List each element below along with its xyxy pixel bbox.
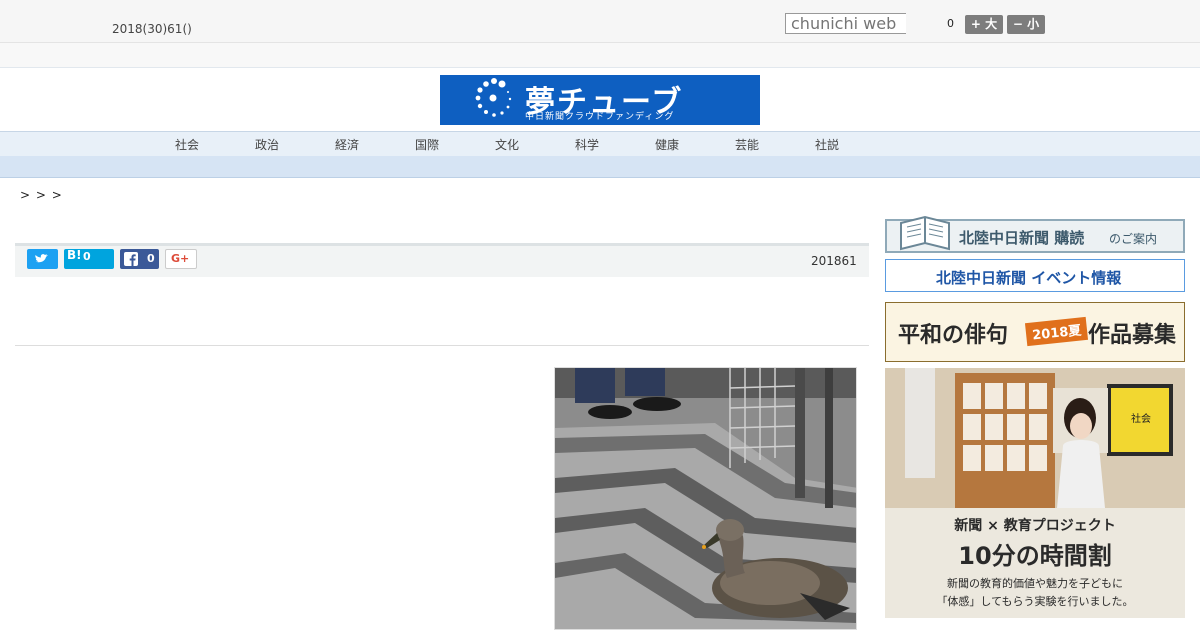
content-divider [15,345,869,346]
nav-item-politics[interactable]: 政治 [252,136,282,153]
dots-logo-icon [475,78,512,117]
breadcrumb[interactable]: > > > [20,188,63,202]
nav-item-entertainment[interactable]: 芸能 [732,136,762,153]
edu-project-headline: 10分の時間割 [958,542,1112,570]
board-label: 社会 [1131,414,1151,425]
subscription-banner[interactable]: 北陸中日新聞 購読 のご案内 [885,215,1185,253]
nav-item-culture[interactable]: 文化 [492,136,522,153]
haiku-call-text: 作品募集 [1088,322,1177,348]
subscription-suffix: のご案内 [1109,232,1158,246]
edu-project-title: 新聞 × 教育プロジェクト [954,518,1116,534]
font-size-level: 0 [947,17,954,30]
twitter-share-button[interactable] [27,249,58,269]
nav-item-world[interactable]: 国際 [412,136,442,153]
google-plus-icon: G+ [171,252,190,265]
duck-photo-image [555,368,856,629]
event-info-banner[interactable]: 北陸中日新聞 イベント情報 [885,259,1185,292]
hatena-icon: B! [67,248,82,262]
nav-item-health[interactable]: 健康 [652,136,682,153]
edu-project-desc-2: 「体感」してもらう実験を行いました。 [936,595,1134,608]
article-photo-duck[interactable] [554,367,857,630]
current-date: 2018(30)61() [112,22,192,36]
article-date: 201861 [811,254,857,268]
hatena-count: 0 [83,250,91,263]
nav-item-editorial[interactable]: 社説 [812,136,842,153]
font-decrease-button[interactable]: − 小 [1007,15,1045,34]
banner-subtitle: 中日新聞クラウドファンディング [525,112,675,122]
event-info-text: 北陸中日新聞 イベント情報 [936,269,1122,287]
twitter-icon [35,254,48,263]
haiku-year-badge: 2018夏 [1024,316,1089,347]
classroom-photo-image [885,368,1185,508]
nav-item-society[interactable]: 社会 [172,136,202,153]
search-input[interactable] [785,13,906,34]
font-increase-button[interactable]: + 大 [965,15,1003,34]
google-plus-share-button[interactable]: G+ [165,249,197,269]
peace-haiku-banner[interactable]: 平和の俳句 2018夏 作品募集 [885,302,1185,362]
education-project-banner[interactable]: 社会 新聞 × 教育プロジェクト 10分の時間割 新聞の教育的価値や魅力を子ども… [885,368,1185,618]
nav-item-economy[interactable]: 経済 [332,136,362,153]
yume-tube-banner[interactable]: 夢チューブ 中日新聞クラウドファンディング [440,75,760,125]
facebook-icon [124,252,138,266]
edu-project-desc-1: 新聞の教育的価値や魅力を子どもに [947,577,1123,590]
newspaper-book-icon [900,215,950,251]
sub-nav-bar [0,156,1200,178]
facebook-count: 0 [147,252,155,265]
facebook-share-button[interactable]: 0 [120,249,159,269]
haiku-title: 平和の俳句 [898,322,1009,348]
nav-item-science[interactable]: 科学 [572,136,602,153]
header-strip [0,43,1200,68]
subscription-text: 北陸中日新聞 購読 [959,229,1085,247]
hatena-bookmark-button[interactable]: B! 0 [64,248,114,269]
